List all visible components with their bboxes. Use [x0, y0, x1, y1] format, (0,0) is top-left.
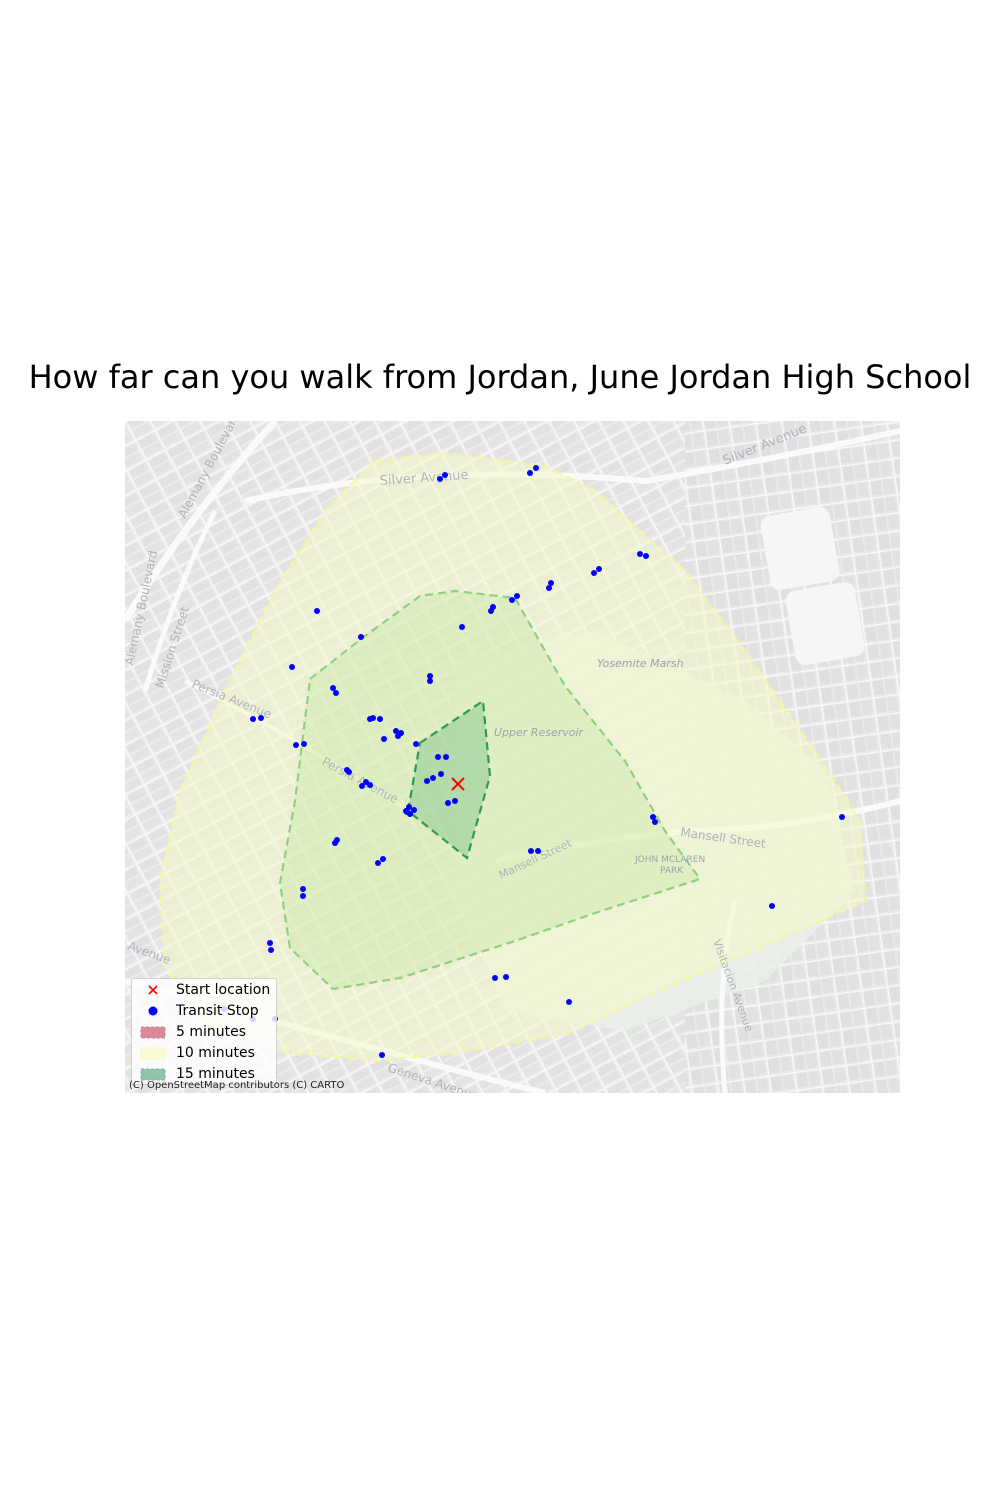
- transit-stop-marker[interactable]: [333, 690, 339, 696]
- transit-stop-marker[interactable]: [503, 974, 509, 980]
- transit-stop-marker[interactable]: [435, 754, 441, 760]
- transit-stop-marker[interactable]: [267, 940, 273, 946]
- transit-stop-marker[interactable]: [359, 783, 365, 789]
- transit-stop-marker[interactable]: [375, 860, 381, 866]
- transit-stop-marker[interactable]: [300, 893, 306, 899]
- patch-icon: [140, 1026, 166, 1039]
- transit-stop-marker[interactable]: [533, 465, 539, 471]
- legend-item-5-minutes: 5 minutes: [132, 1023, 276, 1043]
- transit-stop-marker[interactable]: [300, 886, 306, 892]
- transit-stop-marker[interactable]: [509, 597, 515, 603]
- transit-stop-marker[interactable]: [427, 678, 433, 684]
- label-yosemite-marsh: Yosemite Marsh: [597, 657, 684, 670]
- transit-stop-marker[interactable]: [411, 807, 417, 813]
- transit-stop-marker[interactable]: [591, 570, 597, 576]
- red-x-icon: [148, 985, 158, 995]
- map-title: How far can you walk from Jordan, June J…: [28, 358, 972, 396]
- transit-stop-marker[interactable]: [380, 856, 386, 862]
- transit-stop-marker[interactable]: [346, 769, 352, 775]
- label-mclaren-2: PARK: [660, 866, 684, 876]
- patch-icon: [140, 1047, 166, 1060]
- label-upper-reservoir: Upper Reservoir: [494, 726, 585, 739]
- transit-stop-marker[interactable]: [381, 736, 387, 742]
- transit-stop-marker[interactable]: [437, 476, 443, 482]
- legend-label: 10 minutes: [176, 1045, 255, 1061]
- transit-stop-marker[interactable]: [314, 608, 320, 614]
- label-mclaren-1: JOHN MCLAREN: [634, 855, 705, 865]
- map-legend: Start location Transit Stop 5 minutes 10…: [131, 978, 277, 1085]
- transit-stop-marker[interactable]: [652, 819, 658, 825]
- legend-label: Start location: [176, 982, 271, 998]
- transit-stop-marker[interactable]: [293, 742, 299, 748]
- transit-stop-marker[interactable]: [268, 947, 274, 953]
- transit-stop-marker[interactable]: [514, 593, 520, 599]
- transit-stop-marker[interactable]: [367, 782, 373, 788]
- transit-stop-marker[interactable]: [301, 741, 307, 747]
- legend-item-10-minutes: 10 minutes: [132, 1044, 276, 1064]
- transit-stop-marker[interactable]: [442, 472, 448, 478]
- transit-stop-marker[interactable]: [839, 814, 845, 820]
- transit-stop-marker[interactable]: [527, 470, 533, 476]
- transit-stop-marker[interactable]: [548, 580, 554, 586]
- transit-stop-marker[interactable]: [332, 840, 338, 846]
- transit-stop-marker[interactable]: [528, 848, 534, 854]
- map-attribution: (C) OpenStreetMap contributors (C) CARTO: [129, 1080, 345, 1091]
- transit-stop-marker[interactable]: [289, 664, 295, 670]
- transit-stop-marker[interactable]: [258, 715, 264, 721]
- transit-stop-marker[interactable]: [377, 716, 383, 722]
- blue-dot-icon: [148, 1006, 158, 1016]
- transit-stop-marker[interactable]: [430, 775, 436, 781]
- transit-stop-marker[interactable]: [406, 804, 412, 810]
- transit-stop-marker[interactable]: [250, 716, 256, 722]
- transit-stop-marker[interactable]: [358, 634, 364, 640]
- transit-stop-marker[interactable]: [395, 733, 401, 739]
- transit-stop-marker[interactable]: [452, 798, 458, 804]
- transit-stop-marker[interactable]: [535, 848, 541, 854]
- transit-stop-marker[interactable]: [330, 685, 336, 691]
- transit-stop-marker[interactable]: [596, 566, 602, 572]
- transit-stop-marker[interactable]: [643, 553, 649, 559]
- transit-stop-marker[interactable]: [379, 1052, 385, 1058]
- legend-item-transit-stop: Transit Stop: [132, 1002, 276, 1022]
- transit-stop-marker[interactable]: [443, 754, 449, 760]
- transit-stop-marker[interactable]: [445, 800, 451, 806]
- transit-stop-marker[interactable]: [490, 604, 496, 610]
- legend-label: Transit Stop: [176, 1003, 259, 1019]
- sports-field-2: [785, 582, 865, 665]
- transit-stop-marker[interactable]: [424, 778, 430, 784]
- transit-stop-marker[interactable]: [367, 716, 373, 722]
- transit-stop-marker[interactable]: [637, 551, 643, 557]
- transit-stop-marker[interactable]: [492, 975, 498, 981]
- transit-stop-marker[interactable]: [438, 771, 444, 777]
- legend-item-start-location: Start location: [132, 981, 276, 1001]
- transit-stop-marker[interactable]: [769, 903, 775, 909]
- legend-label: 5 minutes: [176, 1024, 247, 1040]
- transit-stop-marker[interactable]: [566, 999, 572, 1005]
- sports-field-1: [760, 507, 840, 590]
- transit-stop-marker[interactable]: [459, 624, 465, 630]
- transit-stop-marker[interactable]: [413, 741, 419, 747]
